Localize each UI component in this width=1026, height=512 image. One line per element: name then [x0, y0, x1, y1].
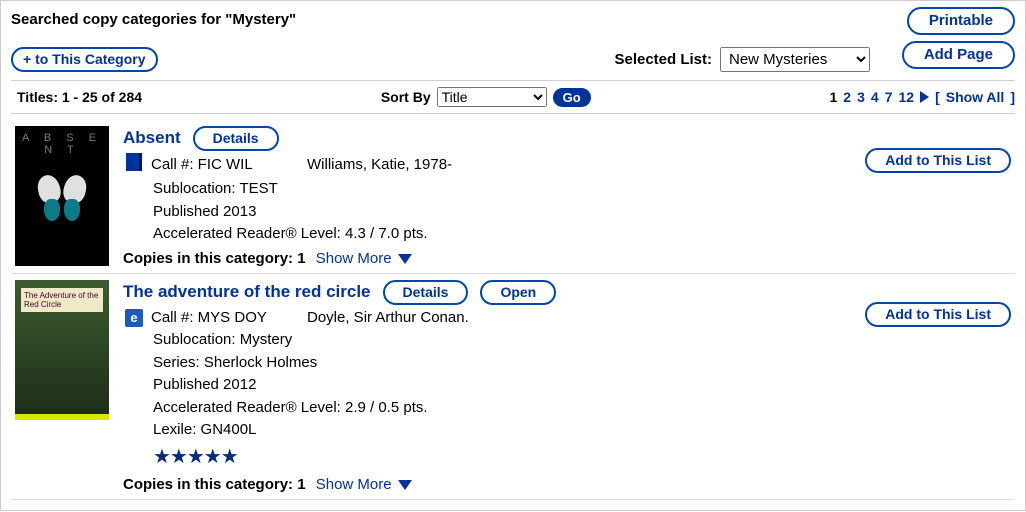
show-more-link[interactable]: Show More: [316, 250, 412, 267]
results-count: Titles: 1 - 25 of 284: [11, 89, 142, 105]
sort-by-select[interactable]: Title: [437, 87, 547, 107]
add-to-list-button[interactable]: Add to This List: [865, 148, 1011, 173]
cover-image[interactable]: The Adventure of the Red Circle: [15, 280, 109, 420]
info-line: Published 2012: [153, 374, 1011, 397]
show-more-link[interactable]: Show More: [316, 476, 412, 493]
cover-image[interactable]: A B S E N T: [15, 126, 109, 266]
rating-stars: ★★★★★: [153, 442, 1011, 472]
page-link[interactable]: 4: [871, 89, 879, 105]
book-icon: [126, 153, 142, 171]
page-link[interactable]: 12: [898, 89, 914, 105]
add-to-list-button[interactable]: Add to This List: [865, 302, 1011, 327]
copies-count: 1: [297, 476, 305, 493]
copies-label: Copies in this category:: [123, 476, 293, 493]
info-line: Accelerated Reader® Level: 4.3 / 7.0 pts…: [153, 223, 1011, 246]
page-title: Searched copy categories for "Mystery": [11, 7, 296, 28]
page-current: 1: [830, 89, 838, 105]
details-button[interactable]: Details: [383, 280, 469, 305]
page-link[interactable]: 2: [843, 89, 851, 105]
add-to-category-button[interactable]: + to This Category: [11, 47, 158, 72]
open-button[interactable]: Open: [480, 280, 556, 305]
page-link[interactable]: 7: [885, 89, 893, 105]
result-record: A B S E N T Absent Details Add to This L…: [11, 120, 1015, 271]
info-line: Sublocation: TEST: [153, 178, 1011, 201]
selected-list-select[interactable]: New Mysteries: [720, 47, 870, 72]
author: Doyle, Sir Arthur Conan.: [307, 307, 469, 330]
copies-label: Copies in this category:: [123, 250, 293, 267]
info-line: Accelerated Reader® Level: 2.9 / 0.5 pts…: [153, 397, 1011, 420]
author: Williams, Katie, 1978-: [307, 154, 452, 177]
printable-button[interactable]: Printable: [907, 7, 1015, 35]
selected-list-label: Selected List:: [614, 51, 712, 68]
copies-count: 1: [297, 250, 305, 267]
ebook-icon: e: [125, 309, 143, 327]
show-all-link[interactable]: Show All: [946, 89, 1005, 105]
info-line: Published 2013: [153, 201, 1011, 224]
pagination: 1 2 3 4 7 12 [ Show All ]: [830, 89, 1016, 105]
result-record: The Adventure of the Red Circle The adve…: [11, 274, 1015, 497]
call-number: Call #: MYS DOY: [151, 307, 301, 330]
info-line: Sublocation: Mystery: [153, 329, 1011, 352]
next-page-icon[interactable]: [920, 91, 929, 103]
page-link[interactable]: 3: [857, 89, 865, 105]
call-number: Call #: FIC WIL: [151, 154, 301, 177]
result-title-link[interactable]: Absent: [123, 128, 181, 148]
result-title-link[interactable]: The adventure of the red circle: [123, 282, 371, 302]
go-button[interactable]: Go: [553, 88, 591, 107]
add-page-button[interactable]: Add Page: [902, 41, 1015, 69]
chevron-down-icon: [398, 254, 412, 264]
info-line: Lexile: GN400L: [153, 419, 1011, 442]
sort-by-label: Sort By: [381, 89, 431, 105]
info-line: Series: Sherlock Holmes: [153, 352, 1011, 375]
details-button[interactable]: Details: [193, 126, 279, 151]
chevron-down-icon: [398, 480, 412, 490]
